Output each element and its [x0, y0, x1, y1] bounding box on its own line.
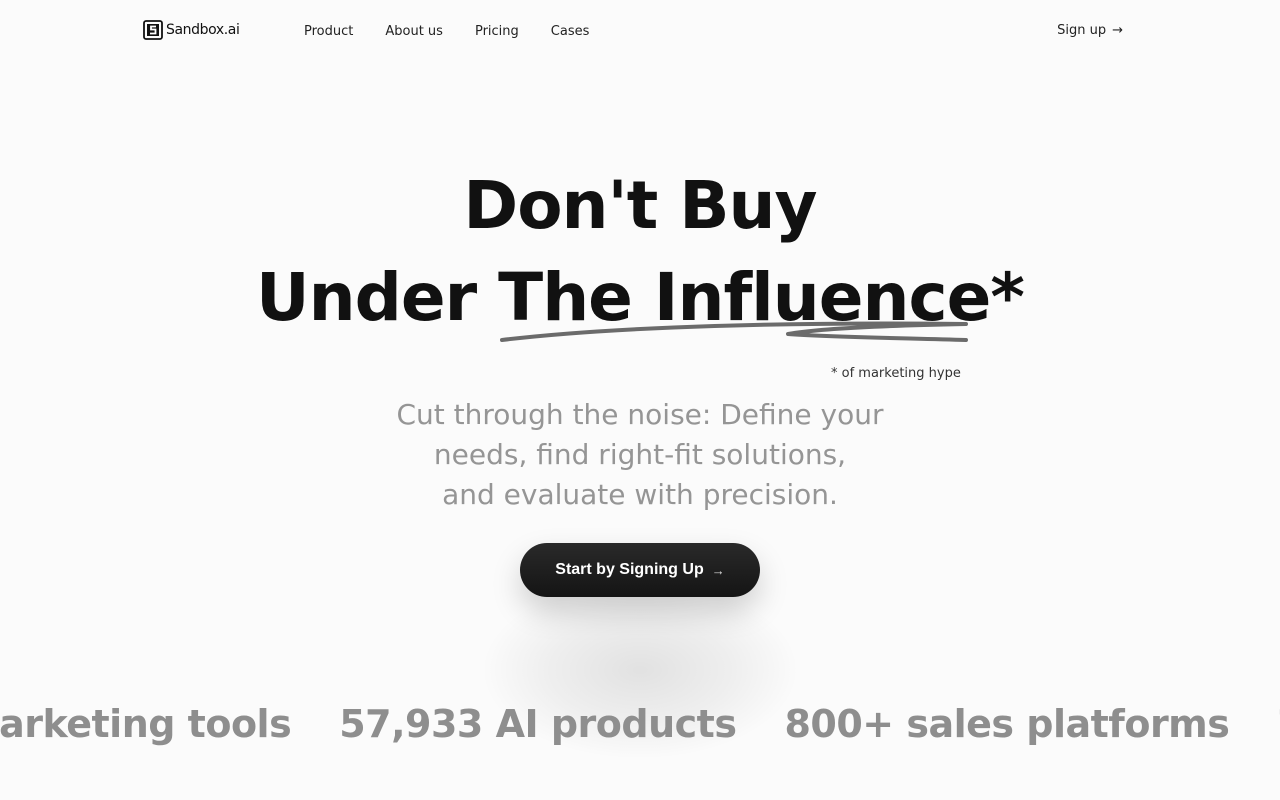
subtitle-line: Cut through the noise: Define your: [396, 398, 884, 431]
nav-link-cases[interactable]: Cases: [551, 24, 590, 39]
logo-icon: [143, 20, 163, 40]
headline-plain: Under: [256, 259, 499, 336]
headline-asterisk: *: [990, 259, 1025, 336]
marquee-item: 800+ sales platforms: [784, 702, 1230, 746]
marquee-item: 57,933 AI products: [339, 702, 737, 746]
nav-link-about-us[interactable]: About us: [385, 24, 443, 39]
nav-link-product[interactable]: Product: [304, 24, 353, 39]
nav-link-pricing[interactable]: Pricing: [475, 24, 519, 39]
start-signing-up-button[interactable]: Start by Signing Up →: [520, 543, 760, 597]
marquee-track: marketing tools 57,933 AI products 800+ …: [0, 698, 1280, 750]
sign-up-label: Sign up: [1057, 23, 1107, 38]
landing-page: Sandbox.ai Product About us Pricing Case…: [0, 0, 1280, 800]
hero-subtitle: Cut through the noise: Define your needs…: [340, 395, 940, 515]
cta-label: Start by Signing Up: [555, 561, 704, 578]
sign-up-link[interactable]: Sign up →: [1057, 23, 1123, 38]
logo[interactable]: Sandbox.ai: [143, 20, 240, 40]
subtitle-line: and evaluate with precision.: [442, 478, 838, 511]
headline-footnote: * of marketing hype: [831, 366, 961, 381]
hand-drawn-underline: [500, 321, 968, 342]
nav-links: Product About us Pricing Cases: [304, 24, 589, 39]
marquee-item: marketing tools: [0, 702, 292, 746]
logo-text: Sandbox.ai: [166, 22, 240, 38]
headline-line-1: Don't Buy: [463, 167, 817, 244]
top-nav: Sandbox.ai Product About us Pricing Case…: [0, 0, 1280, 64]
subtitle-line: needs, find right-fit solutions,: [433, 438, 847, 471]
stats-marquee: marketing tools 57,933 AI products 800+ …: [0, 698, 1280, 754]
arrow-right-icon: →: [711, 562, 725, 578]
arrow-right-icon: →: [1112, 23, 1123, 38]
